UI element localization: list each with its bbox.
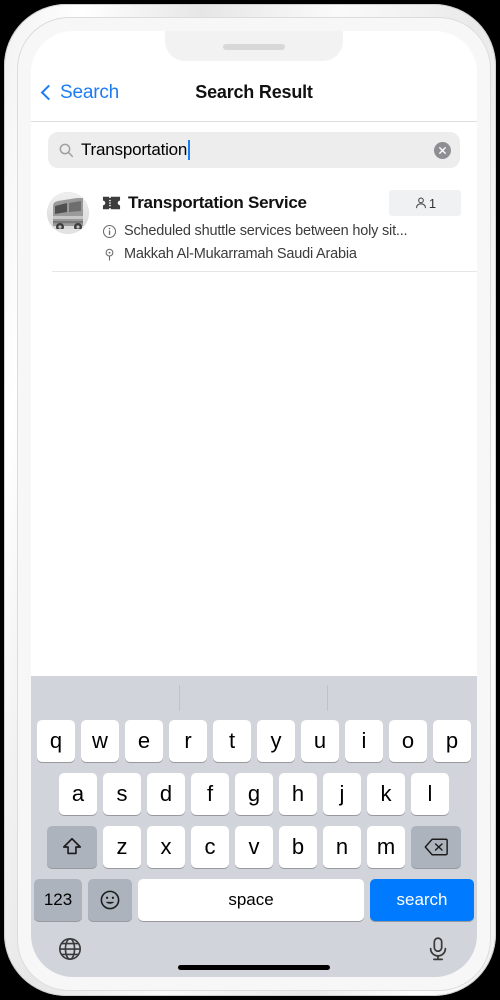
key-l[interactable]: l xyxy=(411,773,449,815)
key-n[interactable]: n xyxy=(323,826,361,868)
search-icon xyxy=(59,143,74,158)
key-g[interactable]: g xyxy=(235,773,273,815)
key-r[interactable]: r xyxy=(169,720,207,762)
backspace-icon xyxy=(424,838,448,856)
shift-key[interactable] xyxy=(47,826,97,868)
result-description: Scheduled shuttle services between holy … xyxy=(124,223,408,239)
key-u[interactable]: u xyxy=(301,720,339,762)
predictive-divider-2 xyxy=(327,685,328,711)
key-b[interactable]: b xyxy=(279,826,317,868)
keyboard-row-4: 123 space search xyxy=(31,879,477,921)
search-bar-container: Transportation xyxy=(31,122,477,179)
keyboard-bottom-bar xyxy=(31,921,477,977)
bus-photo-thumbnail xyxy=(47,192,89,234)
ticket-icon xyxy=(102,196,121,210)
result-description-line: Scheduled shuttle services between holy … xyxy=(102,223,461,239)
result-title-row: Transportation Service 1 xyxy=(102,190,461,216)
back-button[interactable]: Search xyxy=(40,81,120,104)
device-notch xyxy=(165,31,343,61)
key-z[interactable]: z xyxy=(103,826,141,868)
search-key[interactable]: search xyxy=(370,879,474,921)
key-f[interactable]: f xyxy=(191,773,229,815)
key-c[interactable]: c xyxy=(191,826,229,868)
key-a[interactable]: a xyxy=(59,773,97,815)
home-indicator xyxy=(178,965,330,970)
key-p[interactable]: p xyxy=(433,720,471,762)
search-input-value: Transportation xyxy=(81,140,188,159)
keyboard-row-3: z x c v b n m xyxy=(31,826,477,868)
microphone-icon[interactable] xyxy=(425,936,451,962)
predictive-divider-1 xyxy=(179,685,180,711)
speaker-grille xyxy=(223,44,285,50)
predictive-text-bar[interactable] xyxy=(31,676,477,720)
key-m[interactable]: m xyxy=(367,826,405,868)
list-item[interactable]: Transportation Service 1 Scheduled shutt… xyxy=(31,179,477,271)
keyboard-row-1: q w e r t y u i o p xyxy=(31,720,477,762)
result-location-line: Makkah Al-Mukarramah Saudi Arabia xyxy=(102,246,461,262)
numbers-key[interactable]: 123 xyxy=(34,879,82,921)
map-pin-icon xyxy=(105,248,114,261)
search-input[interactable]: Transportation xyxy=(48,132,460,168)
key-k[interactable]: k xyxy=(367,773,405,815)
clear-search-button[interactable] xyxy=(434,141,451,159)
key-h[interactable]: h xyxy=(279,773,317,815)
key-y[interactable]: y xyxy=(257,720,295,762)
chevron-left-icon xyxy=(40,84,57,101)
key-e[interactable]: e xyxy=(125,720,163,762)
key-d[interactable]: d xyxy=(147,773,185,815)
result-location: Makkah Al-Mukarramah Saudi Arabia xyxy=(124,246,357,262)
result-title: Transportation Service xyxy=(128,193,307,212)
participants-badge[interactable]: 1 xyxy=(389,190,461,216)
phone-frame: Search Search Result Transportation Tran… xyxy=(4,4,496,996)
person-icon xyxy=(415,197,426,209)
globe-icon[interactable] xyxy=(57,936,83,962)
text-cursor xyxy=(188,140,191,160)
close-icon xyxy=(439,146,446,154)
onscreen-keyboard: q w e r t y u i o p a s d f g h j k l z … xyxy=(31,676,477,977)
back-button-label: Search xyxy=(60,81,120,103)
result-details: Transportation Service 1 Scheduled shutt… xyxy=(102,190,461,262)
key-v[interactable]: v xyxy=(235,826,273,868)
phone-screen: Search Search Result Transportation Tran… xyxy=(31,31,477,977)
avatar xyxy=(47,192,89,234)
key-w[interactable]: w xyxy=(81,720,119,762)
delete-key[interactable] xyxy=(411,826,461,868)
info-circle-icon xyxy=(102,224,117,238)
shift-arrow-icon xyxy=(62,837,82,855)
participants-count: 1 xyxy=(428,195,437,211)
navigation-bar: Search Search Result xyxy=(31,64,477,122)
key-o[interactable]: o xyxy=(389,720,427,762)
emoji-smiley-icon xyxy=(100,890,120,910)
key-i[interactable]: i xyxy=(345,720,383,762)
key-s[interactable]: s xyxy=(103,773,141,815)
emoji-key[interactable] xyxy=(88,879,132,921)
empty-content-area xyxy=(31,272,477,676)
search-results-list: Transportation Service 1 Scheduled shutt… xyxy=(31,179,477,272)
key-q[interactable]: q xyxy=(37,720,75,762)
key-x[interactable]: x xyxy=(147,826,185,868)
space-key[interactable]: space xyxy=(138,879,364,921)
key-j[interactable]: j xyxy=(323,773,361,815)
key-t[interactable]: t xyxy=(213,720,251,762)
keyboard-row-2: a s d f g h j k l xyxy=(31,773,477,815)
